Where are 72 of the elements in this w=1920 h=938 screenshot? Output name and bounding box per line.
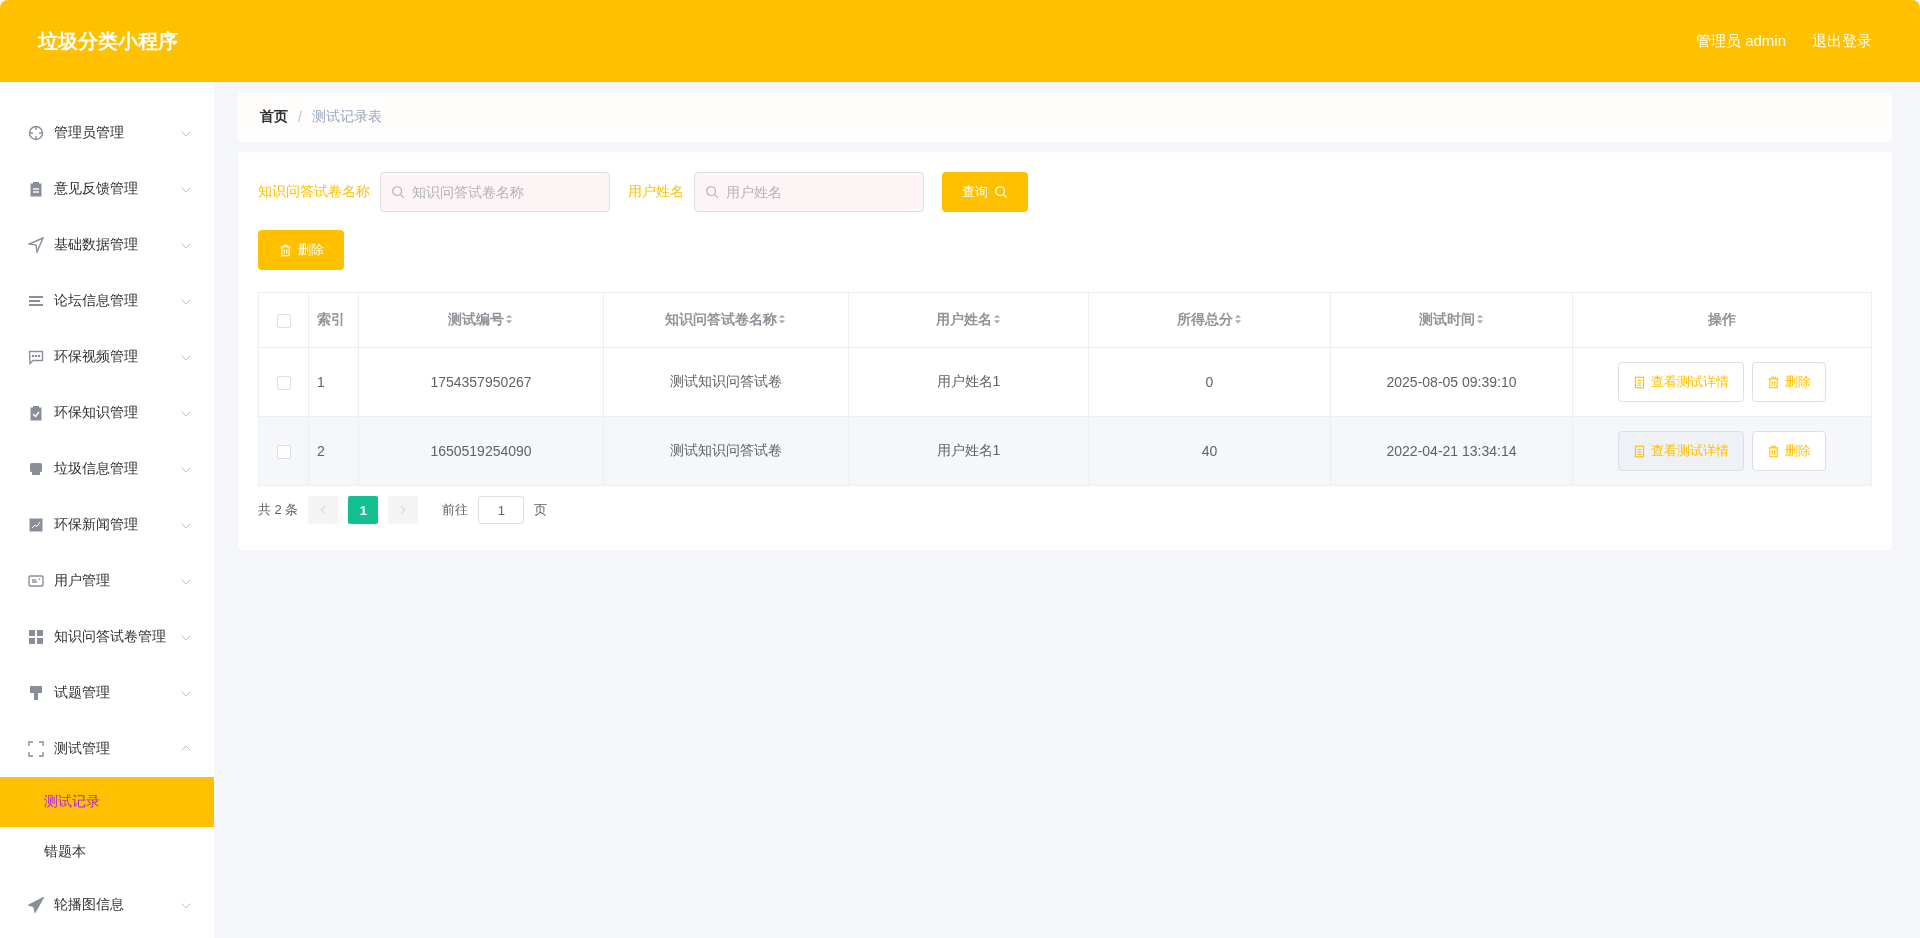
id-card-icon xyxy=(28,573,44,589)
clipboard-icon xyxy=(28,181,44,197)
table-cell: 2 xyxy=(317,443,325,459)
breadcrumb-item[interactable]: 首页 xyxy=(260,108,288,126)
sidebar-item[interactable]: 管理员管理 xyxy=(0,105,214,161)
sidebar-item[interactable]: 基础数据管理 xyxy=(0,217,214,273)
page-input[interactable]: 1 xyxy=(478,496,525,524)
table-cell: 测试知识问答试卷 xyxy=(670,442,782,458)
filter-label: 用户姓名 xyxy=(628,183,684,201)
sidebar-item[interactable]: 知识问答试卷管理 xyxy=(0,609,214,665)
paper-plane-icon xyxy=(28,897,44,913)
sidebar-item[interactable]: 论坛信息管理 xyxy=(0,273,214,329)
goto-label: 前往 xyxy=(442,501,469,519)
sort-icon xyxy=(777,314,787,324)
crosshair-icon xyxy=(28,125,44,141)
table-cell: 用户姓名1 xyxy=(936,373,1001,389)
chart-icon xyxy=(28,517,44,533)
sidebar-item[interactable]: 用户管理 xyxy=(0,553,214,609)
table-cell: 2022-04-21 13:34:14 xyxy=(1386,443,1517,459)
lines-icon xyxy=(28,293,44,309)
search-field[interactable]: 用户姓名 xyxy=(694,172,924,212)
table-cell: 1754357950267 xyxy=(430,374,532,390)
search-icon xyxy=(391,185,405,199)
sidebar-item[interactable]: 环保知识管理 xyxy=(0,385,214,441)
search-field[interactable]: 知识问答试卷名称 xyxy=(380,172,610,212)
tray-icon xyxy=(28,461,44,477)
chat-bubble-icon xyxy=(28,349,44,365)
table-cell: 用户姓名1 xyxy=(936,442,1001,458)
admin-username: 管理员 admin xyxy=(1695,31,1786,51)
sidebar-item[interactable]: 环保新闻管理 xyxy=(0,497,214,553)
breadcrumb-item: 测试记录表 xyxy=(311,108,382,126)
app-title: 垃圾分类小程序 xyxy=(38,28,179,54)
column-header: 索引 xyxy=(317,311,345,327)
sort-icon xyxy=(1232,314,1243,324)
sidebar-item[interactable]: 测试管理 xyxy=(0,721,214,777)
table-cell: 测试知识问答试卷 xyxy=(670,373,782,389)
grid-icon xyxy=(28,629,44,645)
trash-icon xyxy=(1767,375,1780,389)
table-cell: 1650519254090 xyxy=(430,443,532,459)
document-icon xyxy=(1633,444,1646,458)
sidebar-item[interactable]: 试题管理 xyxy=(0,665,214,721)
sort-icon xyxy=(504,314,514,324)
row-checkbox[interactable] xyxy=(276,376,291,391)
page-suffix: 页 xyxy=(534,501,548,519)
document-icon xyxy=(1633,375,1646,389)
frame-icon xyxy=(28,741,44,757)
next-page-button[interactable] xyxy=(388,496,419,524)
sort-icon xyxy=(991,314,1002,324)
total-count: 共 2 条 xyxy=(258,501,299,519)
trash-icon xyxy=(1767,444,1780,458)
search-icon xyxy=(705,185,719,199)
row-checkbox[interactable] xyxy=(276,445,291,460)
prev-page-button[interactable] xyxy=(308,496,339,524)
paint-brush-icon xyxy=(28,685,44,701)
column-header: 操作 xyxy=(1708,311,1736,327)
sidebar-item[interactable]: 环保视频管理 xyxy=(0,329,214,385)
table-cell: 40 xyxy=(1201,443,1218,459)
sort-icon xyxy=(1474,314,1485,324)
sidebar-item[interactable]: 意见反馈管理 xyxy=(0,161,214,217)
breadcrumb-separator: / xyxy=(298,109,302,125)
clipboard-check-icon xyxy=(28,405,44,421)
navigation-arrow-icon xyxy=(28,237,44,253)
sidebar-item[interactable]: 垃圾信息管理 xyxy=(0,441,214,497)
select-all-checkbox[interactable] xyxy=(276,314,291,329)
sidebar-item[interactable]: 轮播图信息 xyxy=(0,877,214,933)
search-icon xyxy=(994,185,1008,199)
table-cell: 2025-08-05 09:39:10 xyxy=(1386,374,1517,390)
sidebar-subitem[interactable]: 错题本 xyxy=(0,827,214,877)
table-cell: 0 xyxy=(1205,374,1214,390)
trash-icon xyxy=(278,243,292,257)
table-cell: 1 xyxy=(317,374,325,390)
filter-label: 知识问答试卷名称 xyxy=(258,183,370,201)
